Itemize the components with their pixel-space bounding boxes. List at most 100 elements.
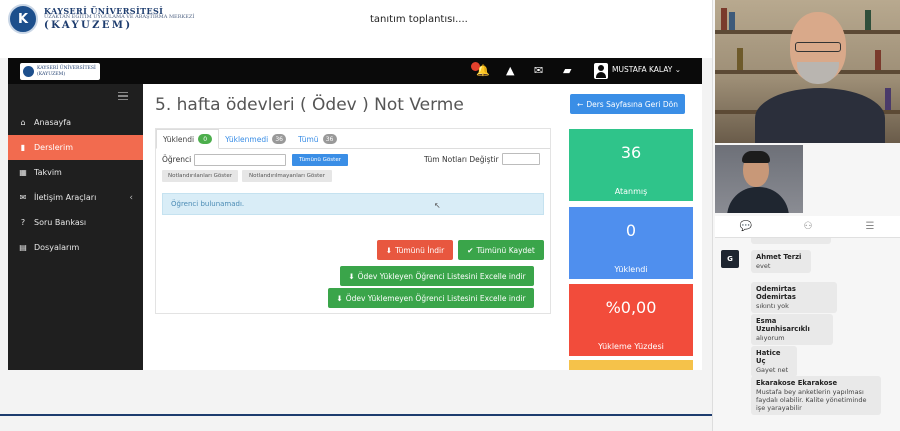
book-icon: ▮ xyxy=(20,143,26,152)
stat-value: %0,00 xyxy=(605,298,657,317)
lms-logo-acronym: (KAYUZEM) xyxy=(37,71,66,77)
chat-message: Odemirtas Odemirtas sıkıntı yok xyxy=(751,282,837,314)
sidebar-menu: ⌂ Anasayfa ▮ Derslerim ▦ Takvim ✉ İletiş… xyxy=(8,110,143,260)
submission-tabs: Yüklendi 0 Yüklenmedi 36 Tümü 36 xyxy=(156,129,343,149)
excel-uploaded-label: Ödev Yükleyen Öğrenci Listesini Excelle … xyxy=(357,271,526,281)
student-search-input[interactable] xyxy=(194,154,286,166)
user-menu[interactable]: MUSTAFA KALAY ⌄ xyxy=(612,65,681,74)
download-icon: ⬇ xyxy=(385,245,393,255)
empty-result-alert: Öğrenci bulunamadı. xyxy=(162,193,544,215)
chat-sender: Odemirtas Odemirtas xyxy=(756,285,796,301)
chat-tab-icon[interactable]: 💬 xyxy=(715,216,777,237)
sidebar-item-label: İletişim Araçları xyxy=(34,193,97,202)
chat-text: sıkıntı yok xyxy=(756,302,789,310)
all-grades-label: Tüm Notları Değiştir xyxy=(424,155,499,164)
stat-label: Yükleme Yüzdesi xyxy=(598,342,664,351)
meeting-title: tanıtım toplantısı.... xyxy=(370,14,468,25)
university-logo: K KAYSERİ ÜNİVERSİTESİ UZAKTAN EĞİTİM UY… xyxy=(8,4,194,34)
chat-text: evet xyxy=(756,262,771,270)
envelope-icon: ✉ xyxy=(19,193,27,202)
stat-assigned: 36 Atanmış xyxy=(569,129,693,201)
chat-text: Mustafa bey anketlerin yapılması faydalı… xyxy=(756,388,867,413)
divider xyxy=(0,414,712,416)
student-label: Öğrenci xyxy=(162,155,192,164)
stat-value: 36 xyxy=(620,143,642,162)
lms-emblem-icon xyxy=(23,66,34,77)
meeting-bottom-area xyxy=(0,370,712,431)
user-name: MUSTAFA KALAY xyxy=(612,65,673,74)
tab-label: Tümü xyxy=(298,134,319,144)
sidebar-item-takvim[interactable]: ▦ Takvim xyxy=(8,160,143,185)
user-avatar-icon[interactable] xyxy=(594,63,608,79)
sidebar-item-label: Soru Bankası xyxy=(34,218,87,227)
count-badge: 36 xyxy=(322,134,337,144)
count-badge: 0 xyxy=(198,134,213,144)
university-emblem-icon: K xyxy=(8,4,38,34)
home-icon: ⌂ xyxy=(20,118,26,127)
lms-logo-name: KAYSERİ ÜNİVERSİTESİ xyxy=(37,66,96,72)
sidebar-item-dosyalarim[interactable]: ▤ Dosyalarım xyxy=(8,235,143,260)
tab-yuklenmedi[interactable]: Yüklenmedi 36 xyxy=(219,129,292,149)
mouse-cursor-icon: ↖ xyxy=(434,201,441,210)
save-all-button[interactable]: ✔ Tümünü Kaydet xyxy=(458,240,544,260)
download-all-button[interactable]: ⬇ Tümünü İndir xyxy=(377,240,453,260)
excel-not-uploaded-button[interactable]: ⬇ Ödev Yüklemeyen Öğrenci Listesini Exce… xyxy=(328,288,534,308)
lms-header: KAYSERİ ÜNİVERSİTESİ (KAYUZEM) 🔔 ▲ ✉ ▰ M… xyxy=(8,58,702,84)
tab-tumu[interactable]: Tümü 36 xyxy=(292,129,342,149)
chat-message: Hatice Uç Gayet net xyxy=(751,346,797,378)
file-icon: ▤ xyxy=(19,243,27,252)
download-all-label: Tümünü İndir xyxy=(395,245,445,255)
bell-icon[interactable]: 🔔 xyxy=(476,64,490,77)
download-icon: ⬇ xyxy=(336,293,343,303)
sidebar-item-anasayfa[interactable]: ⌂ Anasayfa xyxy=(8,110,143,135)
participants-tab-icon[interactable]: ⚇ xyxy=(777,216,839,237)
lms-sidebar: ⌂ Anasayfa ▮ Derslerim ▦ Takvim ✉ İletiş… xyxy=(8,84,143,370)
sidebar-item-iletisim-araclari[interactable]: ✉ İletişim Araçları ‹ xyxy=(8,185,143,210)
participant-video[interactable] xyxy=(715,145,803,213)
chat-sender: Hatice Uç xyxy=(756,349,781,365)
chat-message: Esma Uzunhisarcıklı alıyorum xyxy=(751,314,833,346)
envelope-icon[interactable]: ✉ xyxy=(534,64,543,77)
chat-avatar: G xyxy=(721,250,739,268)
chat-message-fragment xyxy=(751,238,831,244)
menu-toggle-icon[interactable] xyxy=(118,92,128,100)
grading-panel: Yüklendi 0 Yüklenmedi 36 Tümü 36 Öğrenci… xyxy=(155,128,551,314)
all-grades-input[interactable] xyxy=(502,153,540,165)
show-all-button[interactable]: Tümünü Göster xyxy=(292,154,348,166)
screen: K KAYSERİ ÜNİVERSİTESİ UZAKTAN EĞİTİM UY… xyxy=(0,0,900,431)
stat-uploaded: 0 Yüklendi xyxy=(569,207,693,279)
back-to-course-button[interactable]: ← Ders Sayfasına Geri Dön xyxy=(570,94,685,114)
logo-acronym: (KAYUZEM) xyxy=(44,19,133,31)
lms-main-content: 5. hafta ödevleri ( Ödev ) Not Verme ← D… xyxy=(143,84,702,370)
sidebar-item-label: Takvim xyxy=(34,168,62,177)
list-tab-icon[interactable]: ☰ xyxy=(839,216,900,237)
chat-text: alıyorum xyxy=(756,334,785,342)
tab-yuklendi[interactable]: Yüklendi 0 xyxy=(156,129,220,149)
chevron-down-icon: ⌄ xyxy=(674,65,682,74)
page-title: 5. hafta ödevleri ( Ödev ) Not Verme xyxy=(155,95,464,115)
meeting-side-panel: 💬 ⚇ ☰ G Ahmet Terzi evet Odemirtas Odemi… xyxy=(712,0,900,431)
book-icon[interactable]: ▰ xyxy=(563,64,571,77)
tab-label: Yüklendi xyxy=(163,134,195,144)
sidebar-item-label: Anasayfa xyxy=(34,118,71,127)
chat-message: Ahmet Terzi evet xyxy=(751,250,811,274)
chat-sender: Ahmet Terzi xyxy=(756,253,802,261)
show-graded-button[interactable]: Notlandırılanları Göster xyxy=(162,170,238,182)
stat-label: Yüklendi xyxy=(614,265,648,274)
meeting-header: K KAYSERİ ÜNİVERSİTESİ UZAKTAN EĞİTİM UY… xyxy=(0,0,712,58)
stat-label: Atanmış xyxy=(614,187,648,196)
download-icon: ⬇ xyxy=(348,271,355,281)
sidebar-item-soru-bankasi[interactable]: ? Soru Bankası xyxy=(8,210,143,235)
calendar-icon: ▦ xyxy=(19,168,27,177)
presenter-video[interactable] xyxy=(715,0,900,143)
tab-label: Yüklenmedi xyxy=(225,134,269,144)
warning-icon[interactable]: ▲ xyxy=(506,64,514,77)
stat-value: 0 xyxy=(625,221,637,240)
sidebar-item-label: Dosyalarım xyxy=(34,243,80,252)
show-ungraded-button[interactable]: Notlandırılmayanları Göster xyxy=(242,170,332,182)
excel-not-uploaded-label: Ödev Yüklemeyen Öğrenci Listesini Excell… xyxy=(345,293,526,303)
excel-uploaded-button[interactable]: ⬇ Ödev Yükleyen Öğrenci Listesini Excell… xyxy=(340,266,534,286)
lms-logo[interactable]: KAYSERİ ÜNİVERSİTESİ (KAYUZEM) xyxy=(20,63,100,80)
sidebar-item-derslerim[interactable]: ▮ Derslerim xyxy=(8,135,143,160)
chat-messages: G Ahmet Terzi evet Odemirtas Odemirtas s… xyxy=(715,238,900,431)
